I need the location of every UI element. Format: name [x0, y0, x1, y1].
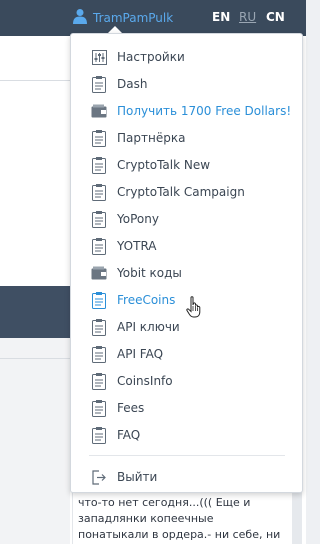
clipboard-icon [91, 426, 107, 444]
menu-item-label: Dash [117, 77, 148, 91]
scrollbar[interactable] [292, 490, 302, 544]
divider [0, 358, 70, 359]
user-dropdown-menu: Настройки Dash Получить 1700 Free Dollar… [70, 33, 303, 493]
menu-item-label: API FAQ [117, 347, 164, 361]
menu-item-label: Выйти [117, 470, 158, 484]
menu-item-label: API ключи [117, 320, 180, 334]
menu-item-label: YOTRA [117, 239, 157, 253]
hand-pointer-icon [186, 296, 202, 322]
divider [0, 80, 70, 81]
menu-item-label: Партнёрка [117, 131, 186, 145]
menu-item-label: Fees [117, 401, 145, 415]
comment-line: понатыкали в ордера.- ни себе, ни [78, 528, 281, 541]
clipboard-icon [91, 291, 107, 309]
clipboard-icon [91, 210, 107, 228]
user-name: TramPamPulk [93, 11, 174, 25]
menu-item-logout[interactable]: Выйти [91, 466, 291, 488]
wallet-icon [91, 264, 107, 282]
menu-item-label: FreeCoins [117, 293, 176, 307]
menu-item-settings[interactable]: Настройки [91, 46, 291, 68]
menu-item-free-dollars[interactable]: Получить 1700 Free Dollars! [91, 100, 291, 122]
menu-item-label: CryptoTalk New [117, 158, 211, 172]
menu-item-label: Настройки [117, 50, 185, 64]
menu-item-fees[interactable]: Fees [91, 397, 291, 419]
settings-sliders-icon [91, 48, 107, 66]
clipboard-icon [91, 129, 107, 147]
menu-item-yopony[interactable]: YoPony [91, 208, 291, 230]
lang-ru[interactable]: RU [239, 10, 256, 24]
clipboard-icon [91, 237, 107, 255]
clipboard-icon [91, 345, 107, 363]
clipboard-icon [91, 318, 107, 336]
menu-item-label: FAQ [117, 428, 141, 442]
menu-item-yobit-codes[interactable]: Yobit коды [91, 262, 291, 284]
content-area [0, 338, 70, 544]
content-band [0, 286, 70, 338]
comment-line: что-то нет сегодня...((( Еще и [78, 496, 251, 509]
clipboard-icon [91, 399, 107, 417]
menu-item-api-faq[interactable]: API FAQ [91, 343, 291, 365]
menu-item-label: YoPony [117, 212, 159, 226]
clipboard-icon [91, 183, 107, 201]
menu-item-yotra[interactable]: YOTRA [91, 235, 291, 257]
menu-item-partnerka[interactable]: Партнёрка [91, 127, 291, 149]
menu-item-faq[interactable]: FAQ [91, 424, 291, 446]
wallet-icon [91, 102, 107, 120]
menu-item-label: CryptoTalk Campaign [117, 185, 245, 199]
menu-item-dash[interactable]: Dash [91, 73, 291, 95]
lang-cn[interactable]: CN [266, 10, 285, 24]
menu-item-cryptotalk-new[interactable]: CryptoTalk New [91, 154, 291, 176]
comment-text: что-то нет сегодня...((( Еще и западлянк… [78, 495, 288, 543]
lang-en[interactable]: EN [212, 10, 230, 24]
user-menu-toggle[interactable]: TramPamPulk [73, 9, 173, 27]
clipboard-icon [91, 372, 107, 390]
logout-icon [91, 468, 107, 486]
clipboard-icon [91, 75, 107, 93]
menu-item-coinsinfo[interactable]: CoinsInfo [91, 370, 291, 392]
clipboard-icon [91, 156, 107, 174]
menu-item-cryptotalk-campaign[interactable]: CryptoTalk Campaign [91, 181, 291, 203]
menu-divider [89, 455, 285, 456]
menu-item-label: Yobit коды [117, 266, 182, 280]
menu-item-label: Получить 1700 Free Dollars! [117, 104, 292, 118]
user-icon [73, 8, 87, 28]
comment-line: западлянки копеечные [78, 512, 214, 525]
menu-item-label: CoinsInfo [117, 374, 173, 388]
dropdown-caret [108, 26, 122, 33]
